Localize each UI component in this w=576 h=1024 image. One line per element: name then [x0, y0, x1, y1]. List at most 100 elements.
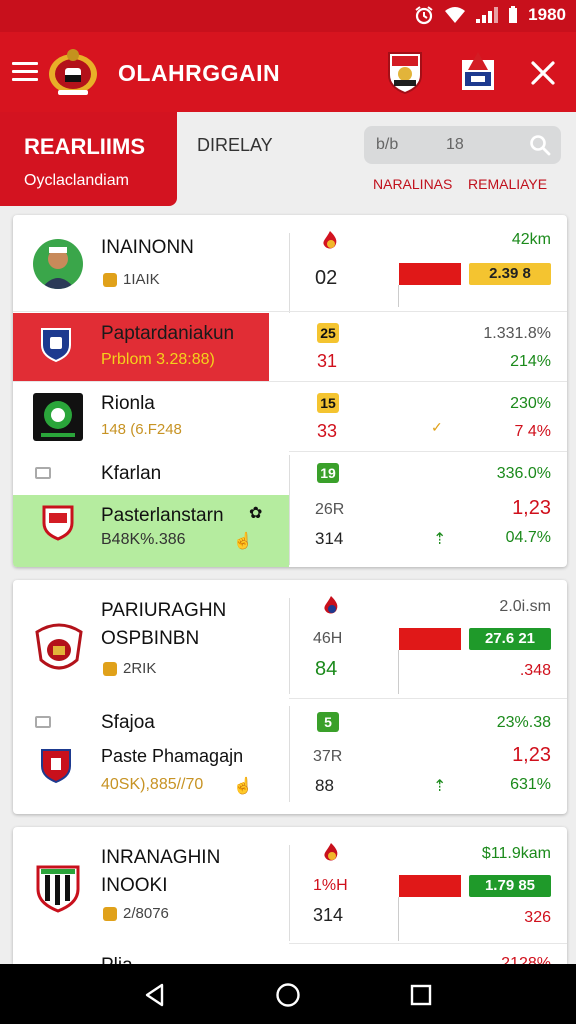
- hand-icon: ☝: [233, 533, 253, 550]
- app-title: OLAHRGGAIN: [118, 60, 281, 86]
- club-shield-icon: [41, 328, 71, 363]
- stat-bar: [399, 875, 461, 897]
- team-meta: Prblom 3.28:88): [101, 351, 215, 368]
- stat-value: 230%: [510, 395, 551, 412]
- stat-bar: [399, 628, 461, 650]
- medal-icon: [103, 272, 117, 287]
- system-nav-bar: [0, 964, 576, 1024]
- team-name[interactable]: Sfajoa: [101, 712, 155, 734]
- rank-badge: 5: [317, 712, 339, 732]
- stat-value: 2128%: [501, 955, 551, 964]
- match-card: INRANAGHIN INOOKI 2/8076 1%H 314 $11.9ka…: [13, 827, 567, 964]
- search-input[interactable]: b/b 18: [364, 126, 561, 164]
- match-card: PARIURAGHN OSPBINBN 2RIK 46H 84 2.0i.sm …: [13, 580, 567, 814]
- team-name[interactable]: Pasterlanstarn: [101, 505, 224, 527]
- stat-value: 1,23: [512, 744, 551, 766]
- recents-icon[interactable]: [408, 982, 434, 1008]
- team-name[interactable]: Paptardaniakun: [101, 323, 234, 345]
- back-icon[interactable]: [142, 982, 168, 1008]
- battery-icon: [509, 6, 518, 23]
- score-label: 37R: [313, 748, 343, 765]
- search-value-mid: 18: [446, 136, 464, 153]
- odds-pill[interactable]: 27.6 21: [469, 628, 551, 650]
- flame-icon: [324, 596, 338, 614]
- hand-icon: ☝: [233, 778, 253, 795]
- stat-value: 336.0%: [496, 465, 551, 482]
- stat-value: 7 4%: [514, 423, 551, 440]
- status-time: 1980: [528, 5, 566, 24]
- team-name[interactable]: Kfarlan: [101, 463, 161, 485]
- alarm-icon: [415, 6, 433, 25]
- stat-value: 2.0i.sm: [499, 598, 551, 615]
- team-name[interactable]: INRANAGHIN: [101, 847, 220, 869]
- wifi-icon: [445, 7, 466, 23]
- club-badge-icon[interactable]: [386, 50, 424, 94]
- team-name[interactable]: Plia: [101, 955, 133, 964]
- stat-value: 631%: [510, 776, 551, 793]
- home-icon[interactable]: [275, 982, 301, 1008]
- status-bar: 1980: [0, 0, 576, 32]
- club-shield-icon: [42, 505, 74, 541]
- team-meta: B48K%.386: [101, 531, 186, 548]
- app-bar: OLAHRGGAIN: [0, 32, 576, 112]
- list-icon: [35, 467, 51, 479]
- stat-value: 04.7%: [505, 529, 551, 546]
- score-label: 1%H: [313, 877, 348, 894]
- garuda-crest-icon: [35, 623, 83, 670]
- club-shield-icon: [41, 749, 71, 784]
- stat-value: 42km: [511, 231, 551, 248]
- search-value-left: b/b: [376, 136, 399, 153]
- odds-pill[interactable]: 2.39 8: [469, 263, 551, 285]
- stat-value: 214%: [510, 353, 551, 370]
- filter-link-nasional[interactable]: NARALINAS: [373, 176, 452, 192]
- score: 314: [313, 905, 344, 925]
- medal-icon: [103, 661, 117, 676]
- medal-icon: [103, 906, 117, 921]
- score: 33: [317, 421, 338, 441]
- score: 84: [315, 658, 338, 680]
- club-crest-icon: [36, 865, 80, 913]
- trend-icon: ✓: [431, 419, 443, 435]
- rank-badge: 25: [317, 323, 339, 343]
- score: 02: [315, 267, 338, 289]
- team-subtitle: Paste Phamagajn: [101, 746, 244, 766]
- team-meta: 2/8076: [103, 905, 169, 922]
- score: 314: [315, 529, 344, 548]
- team-name-line2: OSPBINBN: [101, 628, 200, 649]
- score: 88: [315, 776, 334, 795]
- team-meta: 2RIK: [103, 660, 156, 677]
- filter-link-regional[interactable]: REMALIAYE: [468, 176, 547, 192]
- section-tab-subtitle: Oyclaclandiam: [24, 172, 129, 189]
- team-name[interactable]: Rionla: [101, 393, 155, 415]
- flame-icon: [324, 843, 338, 861]
- team-name[interactable]: INAINONN: [101, 237, 194, 259]
- section-tab-active[interactable]: REARLIIMS Oyclaclandiam: [0, 112, 177, 206]
- club-logo: [33, 393, 83, 441]
- garuda-logo: [49, 49, 97, 95]
- rank-badge: 15: [317, 393, 339, 413]
- team-name[interactable]: PARIURAGHN: [101, 600, 226, 622]
- section-tab-title: REARLIIMS: [24, 134, 145, 159]
- search-icon[interactable]: [529, 134, 551, 156]
- stat-value: 23%.38: [496, 714, 551, 731]
- team-name-line2: INOOKI: [101, 875, 168, 896]
- league-badge-icon[interactable]: [459, 50, 497, 94]
- trend-up-icon: ⇡: [433, 778, 447, 795]
- stat-bar: [399, 263, 461, 285]
- player-avatar[interactable]: [33, 239, 83, 289]
- trend-up-icon: ⇡: [433, 531, 447, 548]
- hamburger-icon[interactable]: [12, 62, 38, 82]
- stat-value: 1.331.8%: [483, 325, 551, 342]
- list-icon: [35, 716, 51, 728]
- rank-badge: 19: [317, 463, 339, 483]
- status-icons: 1980: [414, 5, 566, 25]
- stat-value: 326: [524, 909, 551, 926]
- team-meta: 1IAIK: [103, 271, 160, 288]
- stat-value: 1,23: [512, 497, 551, 519]
- score-label: 46H: [313, 630, 343, 647]
- score-label: 26R: [315, 501, 345, 518]
- signal-icon: [476, 7, 499, 23]
- odds-pill[interactable]: 1.79 85: [469, 875, 551, 897]
- display-tab[interactable]: DIRELAY: [197, 135, 273, 156]
- close-icon[interactable]: [526, 56, 560, 90]
